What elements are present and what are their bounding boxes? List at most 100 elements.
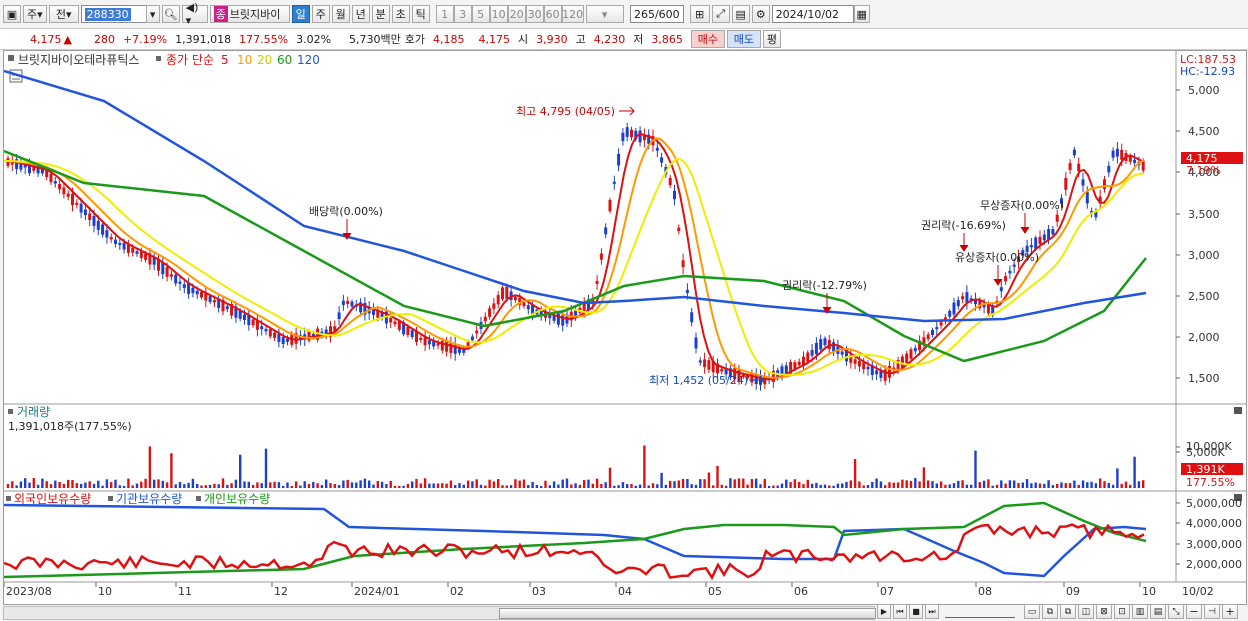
market-select[interactable]: 주 ▾	[23, 5, 47, 23]
volume-bar	[974, 450, 977, 488]
save-icon[interactable]: ▤	[731, 5, 750, 23]
volume-title[interactable]: 거래량	[17, 405, 50, 419]
volume-bars[interactable]	[6, 445, 1145, 489]
chart-tools-icon[interactable]: ⊞	[689, 5, 710, 23]
candle-body	[496, 295, 500, 305]
legend-ma-20[interactable]: 20	[257, 53, 272, 67]
candle-body	[114, 239, 117, 244]
buy-button[interactable]: 매수	[690, 30, 725, 48]
candle-body	[135, 251, 139, 254]
panel-icon[interactable]: ▤	[1150, 604, 1166, 619]
period-tab[interactable]: 일	[291, 5, 310, 23]
period-tab[interactable]: 틱	[411, 5, 430, 23]
window-menu-icon[interactable]: ▣	[3, 5, 21, 23]
interval-tab[interactable]: 120	[561, 5, 584, 23]
date-field[interactable]: 2024/10/02	[771, 5, 854, 23]
volume-bar	[466, 480, 470, 488]
period-tab[interactable]: 월	[331, 5, 350, 23]
legend-ma-title[interactable]: 종가 단순	[166, 53, 214, 67]
calendar-icon[interactable]: ▦	[853, 5, 870, 23]
count-field[interactable]: 265/600	[629, 5, 684, 23]
candle-body	[174, 274, 178, 284]
layout-icon-2[interactable]: ⧉	[1042, 604, 1058, 619]
stock-chart[interactable]: 브릿지바이오테라퓨틱스 종가 단순 5 10 20 60 120 5,000 4,…	[3, 50, 1247, 605]
zoom-range-icon[interactable]: ⊣	[1204, 604, 1220, 619]
volume-bar	[187, 482, 190, 488]
volume-bar	[608, 467, 612, 488]
candle-body	[668, 177, 672, 186]
legend-ma-10[interactable]: 10	[237, 53, 252, 67]
candle-body	[131, 248, 135, 253]
candle-body	[819, 339, 823, 350]
period-tab[interactable]: 주	[311, 5, 330, 23]
legend-stock-name[interactable]: 브릿지바이오테라퓨틱스	[18, 53, 139, 67]
jump-last-icon[interactable]: ⏭	[925, 604, 939, 619]
period-tabs: 일주월년분초틱	[291, 5, 432, 23]
candle-body	[1107, 166, 1111, 173]
trade-amount: 5,730백만	[349, 33, 401, 46]
volume-bar	[750, 479, 754, 488]
period-tab[interactable]: 초	[391, 5, 410, 23]
jump-first-icon[interactable]: ⏮	[893, 604, 907, 619]
stock-name-field[interactable]: 종 브릿지바이	[209, 5, 290, 23]
volume-bar	[497, 479, 500, 488]
zoom-out-icon[interactable]: −	[1186, 604, 1202, 619]
sell-button[interactable]: 매도	[726, 30, 761, 48]
legend-foreign-holdings[interactable]: 외국인보유수량	[14, 492, 91, 506]
split-icon[interactable]: ▥	[1132, 604, 1148, 619]
volume-bar	[58, 482, 61, 488]
prev-select[interactable]: 전 ▾	[48, 5, 79, 23]
period-tab[interactable]: 년	[351, 5, 370, 23]
scroll-right-icon[interactable]: ▶	[877, 604, 891, 619]
zoom-slider-icon[interactable]	[945, 607, 1015, 618]
interval-dropdown[interactable]: ▾	[585, 5, 624, 23]
legend-institution-holdings[interactable]: 기관보유수량	[116, 492, 182, 506]
legend-ma-5[interactable]: 5	[221, 53, 229, 67]
volume-bar	[677, 480, 680, 488]
volume-bar	[613, 485, 616, 488]
interval-tab[interactable]: 1	[435, 5, 454, 23]
period-tab[interactable]: 분	[371, 5, 390, 23]
stop-icon[interactable]: ■	[909, 604, 923, 619]
horizontal-scrollbar[interactable]	[3, 606, 876, 620]
settings-gear-icon[interactable]: ⚙	[751, 5, 770, 23]
candle-body	[178, 281, 182, 284]
chart-canvas[interactable]: 브릿지바이오테라퓨틱스 종가 단순 5 10 20 60 120 5,000 4,…	[3, 51, 1246, 604]
candle-body	[655, 147, 659, 151]
code-dropdown-icon[interactable]: ▾	[145, 5, 160, 23]
legend-ma-60[interactable]: 60	[277, 53, 292, 67]
candle-body	[118, 242, 122, 245]
zoom-in-icon[interactable]: +	[1222, 604, 1238, 619]
volume-bar	[884, 485, 887, 488]
overlay-icon[interactable]: ◫	[1078, 604, 1094, 619]
stock-code-input[interactable]: 288330	[80, 5, 147, 23]
eval-button[interactable]: 평	[762, 30, 781, 48]
count-value: 265	[633, 7, 655, 21]
close-panel-icon[interactable]	[1234, 407, 1242, 414]
layout-icon-1[interactable]: ▭	[1024, 604, 1040, 619]
candle-body	[243, 314, 246, 320]
compare-icon[interactable]: ⊠	[1096, 604, 1112, 619]
legend-individual-holdings[interactable]: 개인보유수량	[204, 492, 270, 506]
speaker-icon[interactable]: ◀) ▾	[181, 1, 208, 27]
candle-body	[58, 184, 62, 190]
interval-tab[interactable]: 3	[453, 5, 472, 23]
grid-icon[interactable]: ⊡	[1114, 604, 1130, 619]
scrollbar-thumb[interactable]	[499, 608, 876, 619]
interval-tab[interactable]: 30	[525, 5, 544, 23]
interval-tab[interactable]: 20	[507, 5, 526, 23]
volume-bar	[105, 479, 109, 488]
high-arrow-icon	[619, 106, 635, 116]
volume-bar	[294, 481, 298, 488]
interval-tab[interactable]: 60	[543, 5, 562, 23]
volume-bar	[1000, 480, 1003, 488]
resize-icon[interactable]: ⤡	[1168, 604, 1184, 619]
legend-ma-120[interactable]: 120	[297, 53, 320, 67]
ask-label: 호가	[404, 33, 426, 46]
search-icon[interactable]: 🔍︎	[161, 5, 180, 23]
interval-tab[interactable]: 5	[471, 5, 490, 23]
layout-icon-3[interactable]: ⧉	[1060, 604, 1076, 619]
interval-tab[interactable]: 10	[489, 5, 508, 23]
draw-tool-icon[interactable]: ⤢	[711, 5, 730, 23]
candle-body	[144, 253, 148, 260]
